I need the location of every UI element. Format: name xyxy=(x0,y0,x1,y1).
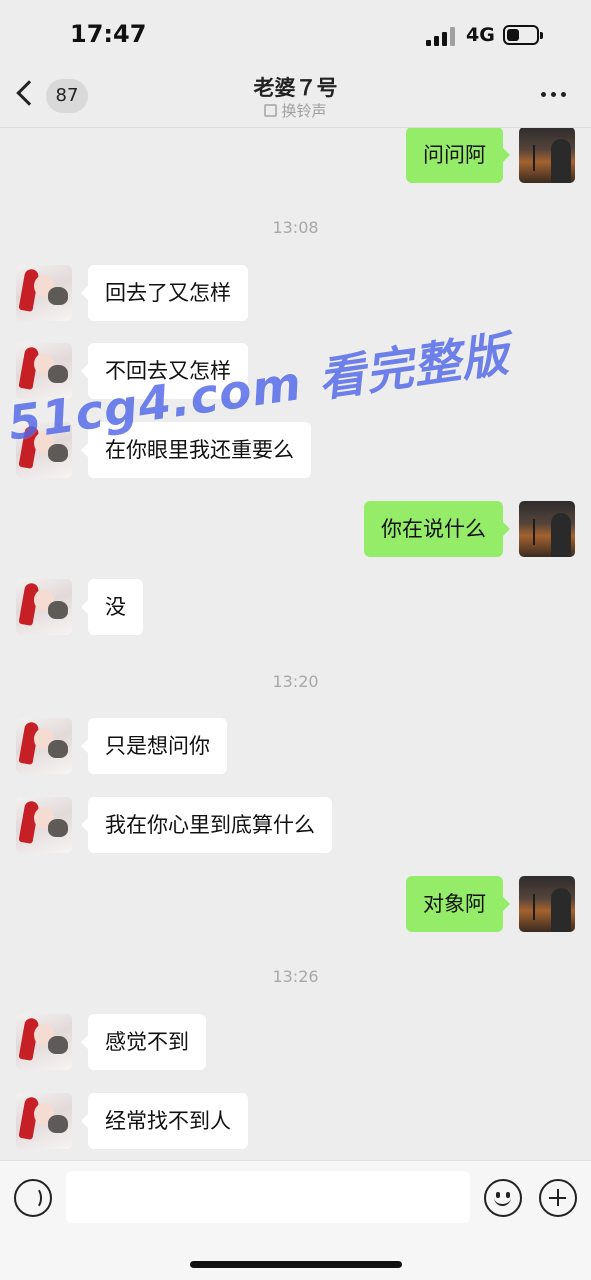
contact-avatar[interactable] xyxy=(16,343,72,399)
my-avatar[interactable] xyxy=(519,501,575,557)
battery-icon xyxy=(503,25,543,45)
message-row: 对象阿 xyxy=(0,876,591,932)
message-timestamp: 13:08 xyxy=(272,218,319,237)
home-indicator[interactable] xyxy=(190,1261,402,1268)
ringtone-label: 换铃声 xyxy=(281,102,327,120)
voice-input-button[interactable] xyxy=(14,1179,52,1217)
message-row: 不回去又怎样 xyxy=(0,343,591,399)
message-row: 我在你心里到底算什么 xyxy=(0,797,591,853)
my-avatar[interactable] xyxy=(519,876,575,932)
message-row: 回去了又怎样 xyxy=(0,265,591,321)
chat-header: 87 老婆７号 换铃声 xyxy=(0,66,591,128)
sound-wave-icon xyxy=(28,1187,42,1209)
contact-avatar[interactable] xyxy=(16,718,72,774)
message-list[interactable]: 问问阿 13:08 回去了又怎样 不回去又怎样 在你眼里我还重要么 你在说什么 … xyxy=(0,128,591,1160)
contact-name[interactable]: 老婆７号 xyxy=(0,72,591,102)
emoji-button[interactable] xyxy=(484,1179,522,1217)
message-row: 没 xyxy=(0,579,591,635)
cellular-signal-icon xyxy=(426,26,456,46)
incoming-message-bubble[interactable]: 经常找不到人 xyxy=(81,1093,248,1149)
message-row: 经常找不到人 xyxy=(0,1093,591,1149)
incoming-message-bubble[interactable]: 回去了又怎样 xyxy=(81,265,248,321)
input-bar xyxy=(0,1160,591,1280)
contact-avatar[interactable] xyxy=(16,265,72,321)
contact-avatar[interactable] xyxy=(16,579,72,635)
outgoing-message-bubble[interactable]: 你在说什么 xyxy=(364,501,510,557)
message-row: 感觉不到 xyxy=(0,1014,591,1070)
message-row: 只是想问你 xyxy=(0,718,591,774)
incoming-message-bubble[interactable]: 没 xyxy=(81,579,143,635)
clock-time: 17:47 xyxy=(70,20,147,48)
contact-avatar[interactable] xyxy=(16,422,72,478)
incoming-message-bubble[interactable]: 不回去又怎样 xyxy=(81,343,248,399)
more-functions-button[interactable] xyxy=(539,1179,577,1217)
message-row: 在你眼里我还重要么 xyxy=(0,422,591,478)
message-row: 问问阿 xyxy=(0,128,591,183)
contact-avatar[interactable] xyxy=(16,1014,72,1070)
incoming-message-bubble[interactable]: 感觉不到 xyxy=(81,1014,206,1070)
contact-avatar[interactable] xyxy=(16,797,72,853)
message-row: 你在说什么 xyxy=(0,501,591,557)
change-ringtone[interactable]: 换铃声 xyxy=(0,100,591,121)
incoming-message-bubble[interactable]: 只是想问你 xyxy=(81,718,227,774)
message-input[interactable] xyxy=(66,1171,470,1223)
incoming-message-bubble[interactable]: 在你眼里我还重要么 xyxy=(81,422,311,478)
outgoing-message-bubble[interactable]: 对象阿 xyxy=(406,876,510,932)
my-avatar[interactable] xyxy=(519,128,575,183)
ringtone-icon xyxy=(264,104,278,117)
message-timestamp: 13:20 xyxy=(272,672,319,691)
incoming-message-bubble[interactable]: 我在你心里到底算什么 xyxy=(81,797,332,853)
status-bar: 17:47 4G xyxy=(0,0,591,66)
network-type: 4G xyxy=(466,24,495,46)
more-options-button[interactable] xyxy=(541,92,567,100)
outgoing-message-bubble[interactable]: 问问阿 xyxy=(406,128,510,183)
message-timestamp: 13:26 xyxy=(272,967,319,986)
contact-avatar[interactable] xyxy=(16,1093,72,1149)
